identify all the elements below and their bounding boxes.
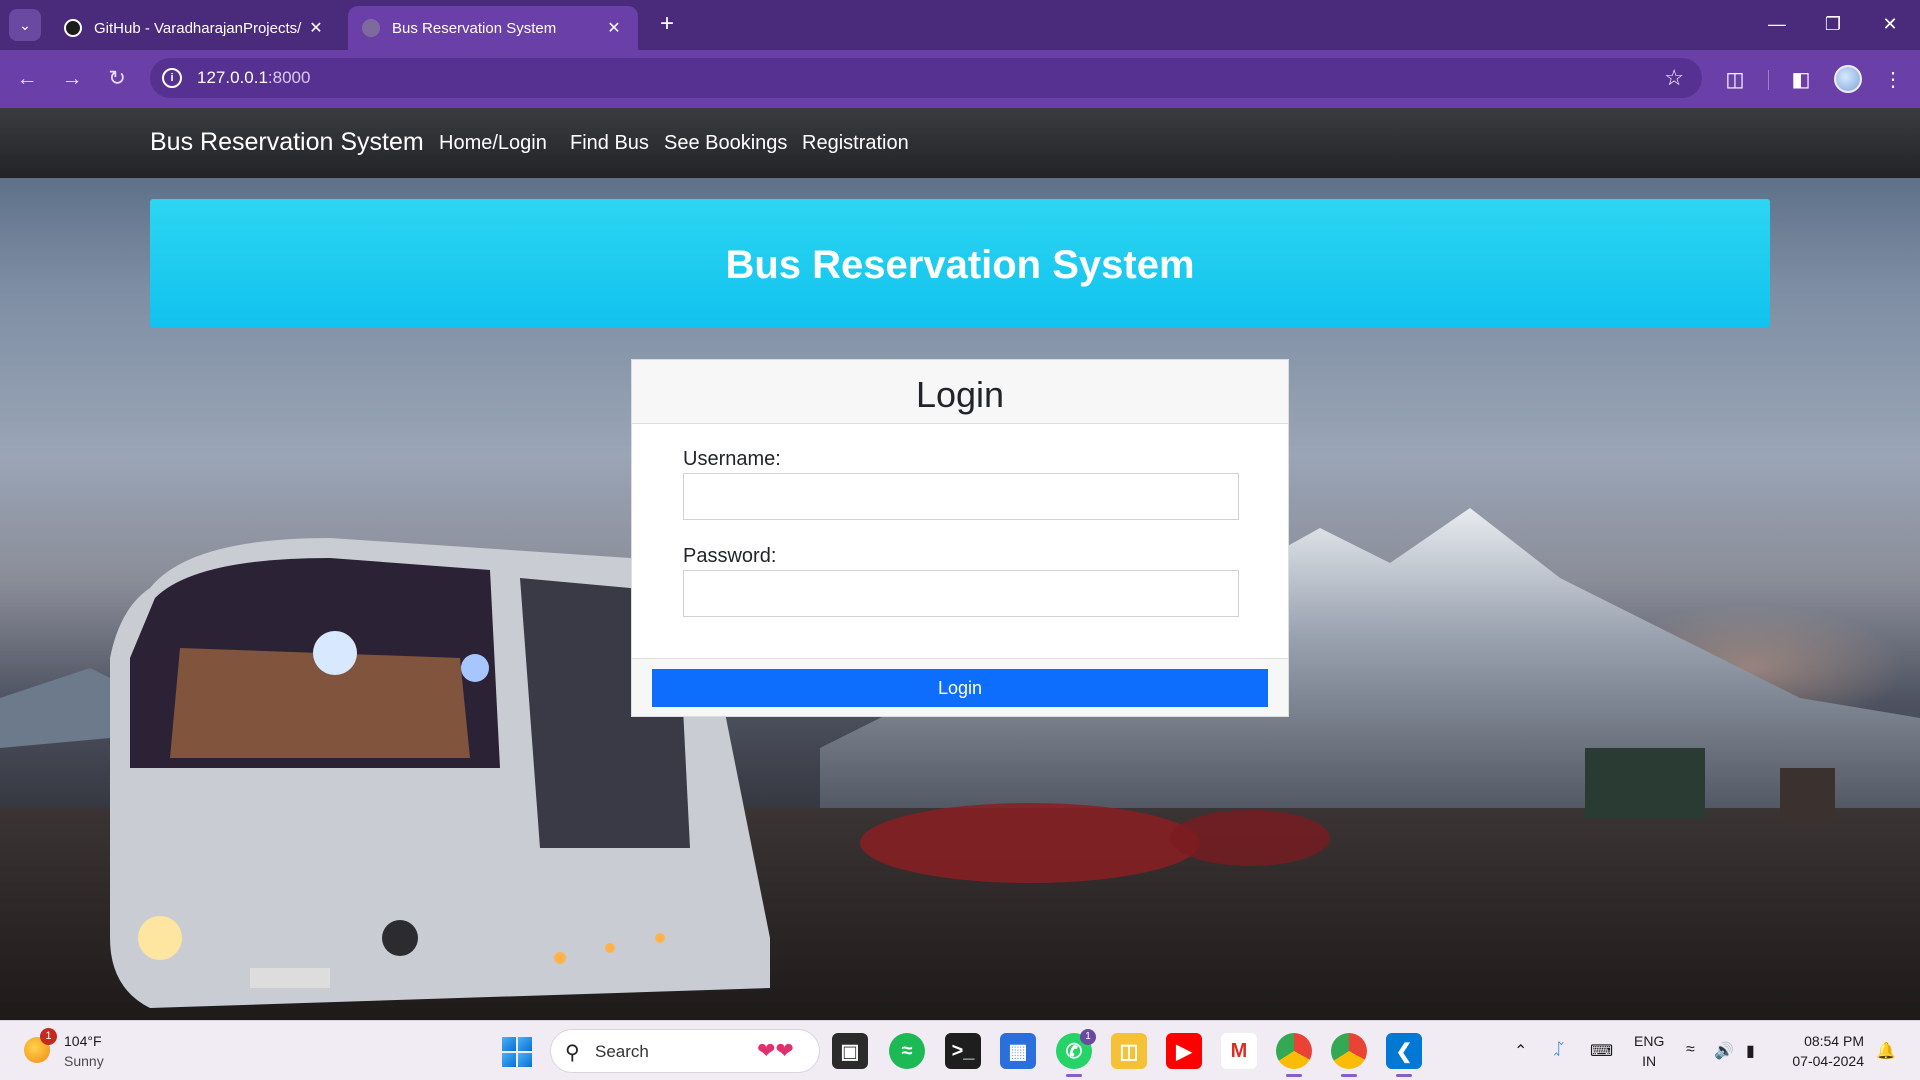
url-port: :8000	[267, 68, 311, 87]
back-button[interactable]: ←	[12, 64, 42, 94]
close-tab-icon[interactable]: ✕	[306, 18, 326, 38]
search-highlight-icon: ❤❤	[757, 1038, 794, 1063]
nav-registration[interactable]: Registration	[802, 132, 909, 155]
taskbar: 1 104°F Sunny ⚲ Search ❤❤ ▣ ≈ >_ ▦ ✆ 1 ◫ …	[0, 1020, 1920, 1080]
search-label: Search	[595, 1042, 649, 1061]
hero-title: Bus Reservation System	[725, 243, 1195, 287]
region-code: IN	[1642, 1053, 1657, 1069]
extensions-icon[interactable]: ◫	[1721, 66, 1749, 94]
gmail-icon[interactable]: M	[1221, 1033, 1257, 1069]
hero-banner: Bus Reservation System	[150, 199, 1770, 328]
browser-tab-strip: ⌄ GitHub - VaradharajanProjects/ ✕ Bus R…	[0, 0, 1920, 50]
login-title: Login	[915, 374, 1005, 415]
weather-temperature: 104°F	[64, 1033, 102, 1049]
language-code: ENG	[1634, 1033, 1665, 1049]
globe-icon	[362, 19, 380, 37]
forward-button[interactable]: →	[57, 64, 87, 94]
side-panel-icon[interactable]: ◧	[1787, 66, 1815, 94]
new-tab-button[interactable]: +	[652, 10, 682, 40]
chevron-down-icon: ⌄	[19, 16, 31, 33]
address-bar[interactable]: i 127.0.0.1:8000 ☆	[150, 58, 1702, 98]
tab-title: Bus Reservation System	[392, 19, 557, 37]
vscode-icon[interactable]: ❮	[1386, 1033, 1422, 1077]
whatsapp-icon[interactable]: ✆ 1	[1056, 1029, 1096, 1077]
notification-bell-icon[interactable]: 🔔	[1876, 1041, 1896, 1061]
whatsapp-badge: 1	[1080, 1029, 1096, 1045]
profile-avatar[interactable]	[1834, 65, 1862, 93]
github-icon	[64, 19, 82, 37]
login-card-header: Login	[632, 360, 1288, 424]
url-text: 127.0.0.1:8000	[197, 68, 310, 88]
clock-date: 07-04-2024	[1792, 1053, 1864, 1069]
bluetooth-icon[interactable]: ᛢ	[1554, 1041, 1564, 1059]
windows-logo-icon	[502, 1037, 516, 1051]
site-brand-link[interactable]: Bus Reservation System	[150, 128, 424, 157]
minimize-button[interactable]: —	[1757, 8, 1797, 40]
password-input[interactable]	[683, 570, 1239, 617]
menu-icon[interactable]: ⋮	[1879, 66, 1907, 94]
bookmark-star-icon[interactable]: ☆	[1664, 65, 1684, 91]
clock[interactable]: 08:54 PM 07-04-2024	[1782, 1031, 1864, 1071]
username-label: Username:	[683, 448, 781, 470]
weather-condition: Sunny	[64, 1053, 104, 1069]
taskbar-search[interactable]: ⚲ Search ❤❤	[550, 1029, 820, 1073]
login-card: Login Username: Password: Login	[631, 359, 1289, 717]
nav-see-bookings[interactable]: See Bookings	[664, 132, 787, 155]
chevron-up-icon[interactable]: ⌃	[1514, 1041, 1527, 1061]
login-button[interactable]: Login	[652, 669, 1268, 707]
youtube-icon[interactable]: ▶	[1166, 1033, 1202, 1069]
wifi-icon[interactable]: ≈	[1686, 1041, 1695, 1059]
close-window-button[interactable]: ✕	[1870, 8, 1910, 40]
start-button[interactable]	[502, 1037, 532, 1067]
close-tab-icon[interactable]: ✕	[604, 18, 624, 38]
browser-toolbar: ← → ↻ i 127.0.0.1:8000 ☆ ◫ ◧ ⋮	[0, 50, 1920, 108]
site-navbar: Bus Reservation System Home/Login Find B…	[0, 108, 1920, 178]
chrome-profile-1-icon[interactable]	[1276, 1033, 1312, 1077]
page-viewport: Bus Reservation System Home/Login Find B…	[0, 108, 1920, 1020]
terminal-icon[interactable]: >_	[945, 1033, 981, 1069]
password-label: Password:	[683, 545, 777, 567]
volume-icon[interactable]: 🔊	[1714, 1041, 1734, 1061]
url-host: 127.0.0.1	[197, 68, 268, 87]
username-input[interactable]	[683, 473, 1239, 520]
store-icon[interactable]: ▦	[1000, 1033, 1036, 1069]
nav-find-bus[interactable]: Find Bus	[570, 132, 649, 155]
nav-home-login[interactable]: Home/Login	[439, 132, 547, 155]
weather-badge: 1	[40, 1028, 57, 1045]
clock-time: 08:54 PM	[1804, 1033, 1864, 1049]
site-info-icon[interactable]: i	[162, 68, 182, 88]
reload-button[interactable]: ↻	[102, 64, 132, 94]
tab-search-button[interactable]: ⌄	[9, 9, 41, 41]
tab-github[interactable]: GitHub - VaradharajanProjects/ ✕	[50, 6, 340, 50]
tab-bus-reservation[interactable]: Bus Reservation System ✕	[348, 6, 638, 50]
toolbar-divider	[1768, 70, 1769, 90]
search-icon: ⚲	[565, 1042, 580, 1064]
file-explorer-icon[interactable]: ◫	[1111, 1033, 1147, 1069]
task-view-icon[interactable]: ▣	[832, 1033, 868, 1069]
spotify-icon[interactable]: ≈	[889, 1033, 925, 1069]
tab-title: GitHub - VaradharajanProjects/	[94, 19, 302, 37]
battery-icon[interactable]: ▮	[1746, 1041, 1755, 1061]
restore-button[interactable]: ❐	[1813, 8, 1853, 40]
keyboard-icon[interactable]: ⌨	[1590, 1041, 1613, 1061]
chrome-profile-2-icon[interactable]	[1331, 1033, 1367, 1077]
login-card-footer: Login	[632, 658, 1288, 716]
language-indicator[interactable]: ENG IN	[1634, 1031, 1664, 1071]
